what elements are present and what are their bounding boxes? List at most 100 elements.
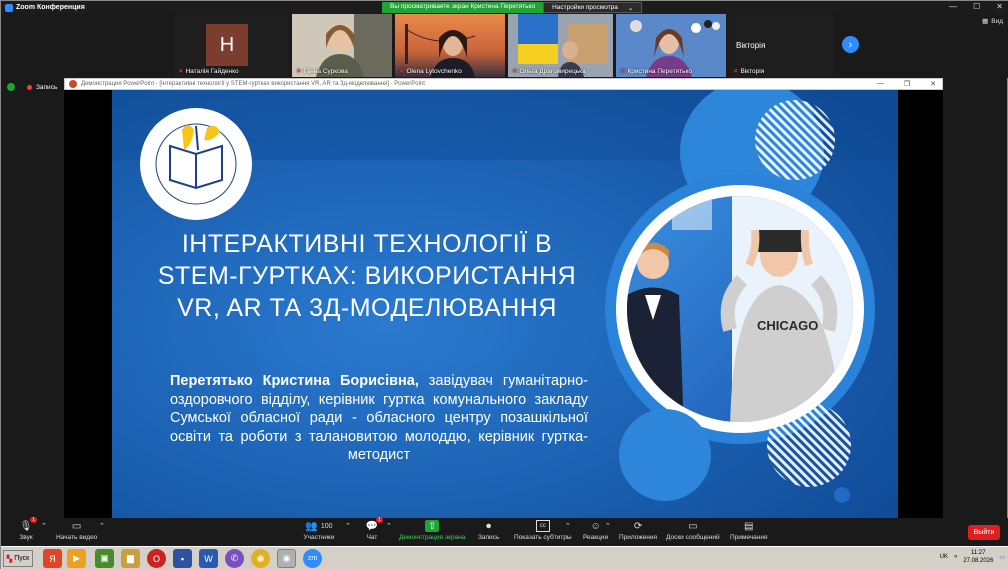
notes-button[interactable]: ▤ Примечания — [730, 520, 768, 542]
maximize-icon[interactable]: ❐ — [904, 80, 910, 88]
author-name: Перетятько Кристина Борисівна, — [170, 373, 419, 389]
chevron-up-icon[interactable]: ⌃ — [345, 522, 351, 530]
screen: Zoom Конференция — ☐ ✕ Вы просматриваете… — [0, 0, 1008, 569]
powerpoint-title: Демонстрация PowerPoint - [Інтерактивні … — [81, 81, 425, 87]
video-tile[interactable]: ✕ Ольга Драгомирецька — [508, 14, 613, 77]
minimize-icon[interactable]: — — [949, 2, 957, 11]
minimize-icon[interactable]: — — [877, 80, 884, 88]
whiteboards-button[interactable]: ▭ Доски сообщений — [666, 520, 720, 542]
close-icon[interactable]: ✕ — [996, 2, 1003, 11]
maximize-icon[interactable]: ☐ — [973, 2, 980, 11]
whiteboard-icon: ▭ — [688, 520, 698, 532]
avatar: Н — [206, 24, 248, 66]
title-line: STEM-ГУРТКАХ: ВИКОРИСТАННЯ — [157, 262, 577, 290]
grid-icon: ▦ — [982, 18, 989, 25]
ppt-window-controls: — ❐ ✕ — [877, 80, 936, 88]
system-tray: UK « 11:27 27.08.2026 ▭ — [940, 549, 1005, 565]
participant-name: ✕ Кристина Перетятько — [620, 68, 693, 75]
close-icon[interactable]: ✕ — [930, 80, 936, 88]
start-button[interactable]: ▚ Пуск — [3, 550, 33, 567]
video-tile[interactable]: ✕ Olena Lytovchenko — [395, 14, 505, 77]
language-indicator[interactable]: UK — [940, 554, 948, 560]
microphone-muted-icon: 🎙 1 — [19, 517, 37, 532]
mic-muted-icon: ✕ — [512, 68, 518, 75]
window-controls: — ☐ ✕ — [949, 2, 1003, 11]
record-dot-icon — [27, 84, 32, 90]
folder-icon[interactable]: ▆ — [121, 549, 140, 568]
video-off-icon: ▭ — [71, 520, 82, 532]
participant-name: ✕ Вікторія — [733, 68, 765, 75]
windows-logo-icon: ▚ — [6, 555, 13, 563]
mic-muted-icon: ✕ — [620, 68, 626, 75]
participants-button[interactable]: 👥 100 Участники — [299, 520, 339, 542]
viber-icon[interactable]: ✆ — [225, 549, 244, 568]
mic-muted-icon: ✕ — [178, 68, 184, 75]
tray-expand-icon[interactable]: « — [954, 554, 957, 560]
chevron-up-icon[interactable]: ⌃ — [565, 522, 571, 530]
title-line: ІНТЕРАКТИВНІ ТЕХНОЛОГІЇ В — [181, 230, 553, 258]
participant-name: ✕ Наталія Гайденко — [178, 68, 239, 75]
speaker-view-button[interactable]: ▦ Вид — [982, 17, 1003, 26]
view-options-button[interactable]: Настройки просмотра ⌄ — [543, 2, 643, 13]
next-page-arrow-icon[interactable]: › — [842, 36, 859, 53]
participant-name: ✕ Olena Lytovchenko — [399, 68, 462, 75]
mic-muted-icon: ✕ — [733, 68, 739, 75]
chrome-active-icon[interactable]: ◉ — [277, 549, 296, 568]
video-tile[interactable]: ✕ Кристина Перетятько — [616, 14, 726, 77]
slide-title: ІНТЕРАКТИВНІ ТЕХНОЛОГІЇ В STEM-ГУРТКАХ: … — [152, 228, 582, 324]
slide: CHICAGO ІНТЕРАКТИВНІ ТЕХНОЛОГІЇ В STEM-Г… — [112, 90, 898, 518]
video-tile[interactable]: Н ✕ Наталія Гайденко — [174, 14, 289, 77]
show-desktop-icon[interactable]: ▭ — [999, 554, 1005, 561]
shirt-text: CHICAGO — [757, 318, 818, 333]
chrome-icon[interactable]: ◉ — [251, 549, 270, 568]
record-button[interactable]: ⏺ Запись — [478, 520, 499, 542]
participants-icon: 👥 100 — [305, 520, 333, 532]
zoom-app-icon — [5, 3, 13, 12]
share-banner: Вы просматриваете экран Кристина Перетят… — [382, 2, 643, 13]
cc-icon: cc — [535, 520, 550, 532]
share-banner-text: Вы просматриваете экран Кристина Перетят… — [382, 2, 544, 13]
chevron-up-icon[interactable]: ⌃ — [99, 522, 105, 530]
zoom-window-title: Zoom Конференция — [16, 4, 85, 11]
clock[interactable]: 11:27 27.08.2026 — [963, 549, 993, 565]
share-screen-icon: ⇧ — [425, 520, 440, 532]
audio-button[interactable]: 🎙 1 Звук — [19, 517, 37, 541]
record-icon: ⏺ — [486, 520, 492, 532]
windows-taskbar: ▚ Пуск Я ▶ ▣ ▆ O ▪ W ✆ ◉ ◉ zm UK « 11:27 … — [1, 546, 1008, 569]
recording-label: Запись — [36, 83, 58, 91]
opera-icon[interactable]: O — [147, 549, 166, 568]
captions-button[interactable]: cc Показать субтитры — [514, 520, 572, 541]
slide-author-text: Перетятько Кристина Борисівна, завідувач… — [170, 372, 588, 465]
share-screen-button[interactable]: ⇧ Демонстрация экрана — [399, 520, 465, 541]
chevron-up-icon[interactable]: ⌃ — [605, 522, 611, 530]
participant-center-name: Вікторія — [736, 41, 766, 50]
powerpoint-titlebar: Демонстрация PowerPoint - [Інтерактивні … — [64, 78, 943, 90]
mic-muted-icon: ✕ — [296, 68, 302, 75]
yandex-browser-icon[interactable]: Я — [43, 549, 62, 568]
participant-name: ✕ Ольга Драгомирецька — [512, 68, 586, 75]
video-gallery: ▦ Вид Н ✕ Наталія Гайденко ✕ Ганна Суркова — [1, 14, 1008, 78]
reaction-icon: ☺ — [590, 520, 601, 532]
chevron-down-icon: ⌄ — [627, 5, 634, 12]
chevron-up-icon[interactable]: ⌃ — [386, 522, 392, 530]
notes-icon: ▤ — [744, 520, 754, 532]
video-tile[interactable]: ✕ Ганна Суркова — [292, 14, 392, 77]
start-video-button[interactable]: ▭ Начать видео — [56, 520, 97, 542]
title-line: VR, AR ТА 3Д-МОДЕЛЮВАННЯ — [177, 294, 557, 322]
participant-name: ✕ Ганна Суркова — [296, 68, 348, 75]
powerpoint-icon — [69, 80, 77, 88]
apps-button[interactable]: ⟳ Приложения — [619, 520, 657, 542]
apps-icon: ⟳ — [633, 520, 643, 532]
desktop-icon[interactable]: ▣ — [95, 549, 114, 568]
meeting-toolbar: 🎙 1 Звук ⌃ ▭ Начать видео ⌃ 👥 100 Участник… — [1, 517, 1008, 546]
chevron-up-icon[interactable]: ⌃ — [41, 522, 47, 530]
media-player-icon[interactable]: ▶ — [67, 549, 86, 568]
zoom-taskbar-icon[interactable]: zm — [303, 549, 322, 568]
leave-button[interactable]: Выйти — [968, 525, 1000, 540]
mic-muted-icon: ✕ — [399, 68, 405, 75]
save-icon[interactable]: ▪ — [173, 549, 192, 568]
security-shield-icon[interactable] — [7, 83, 15, 91]
chat-button[interactable]: 💬 1 Чат — [365, 517, 383, 541]
word-icon[interactable]: W — [199, 549, 218, 568]
recording-indicator: Запись — [7, 83, 57, 91]
